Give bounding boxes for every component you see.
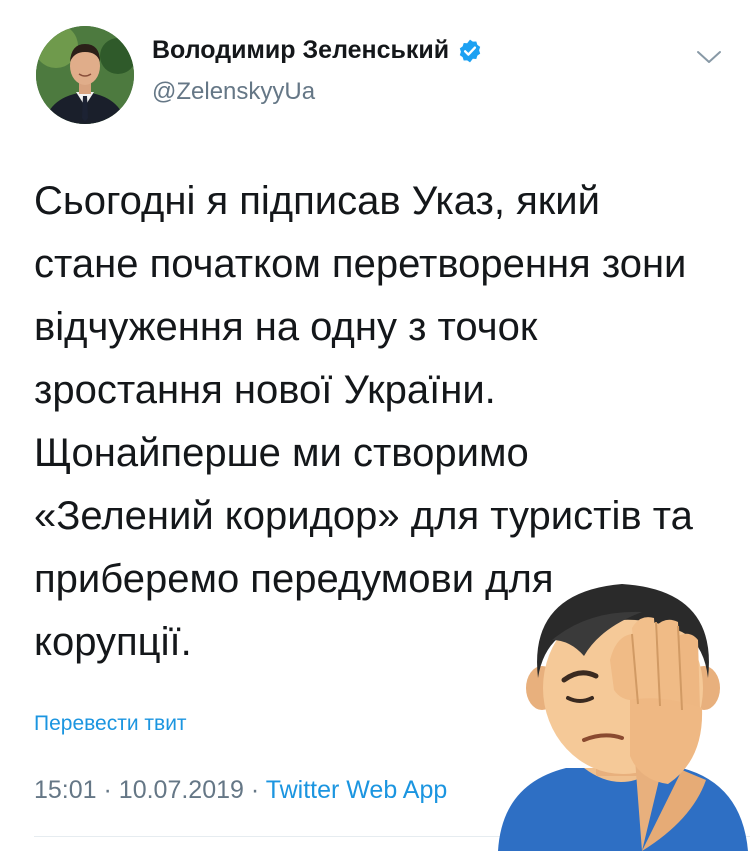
tweet-source-link[interactable]: Twitter Web App (266, 776, 448, 804)
tweet-line: «Зелений коридор» для туристів та (34, 494, 693, 538)
author-name-row[interactable]: Володимир Зеленський (152, 36, 483, 65)
author-avatar[interactable] (36, 26, 134, 124)
author-name[interactable]: Володимир Зеленський (152, 36, 449, 65)
translate-tweet-link[interactable]: Перевести твит (34, 712, 187, 736)
tweet-meta: 15:01 · 10.07.2019 · Twitter Web App (34, 776, 447, 805)
tweet-line: відчуження на одну з точок (34, 305, 538, 349)
author-handle[interactable]: @ZelenskyyUa (152, 78, 315, 106)
facepalm-emoji (492, 570, 750, 851)
tweet-time[interactable]: 15:01 (34, 776, 97, 804)
facepalm-icon (498, 584, 748, 851)
tweet-line: стане початком перетворення зони (34, 242, 687, 286)
meta-separator: · (103, 776, 112, 804)
tweet-line: Сьогодні я підписав Указ, який (34, 179, 600, 223)
tweet-date[interactable]: 10.07.2019 (119, 776, 244, 804)
tweet-line: Щонайперше ми створимо (34, 431, 529, 475)
avatar-photo-icon (36, 26, 134, 124)
chevron-down-icon[interactable] (694, 46, 724, 68)
tweet-line: зростання нової України. (34, 368, 496, 412)
verified-badge-icon (459, 39, 481, 62)
meta-separator: · (250, 776, 260, 804)
